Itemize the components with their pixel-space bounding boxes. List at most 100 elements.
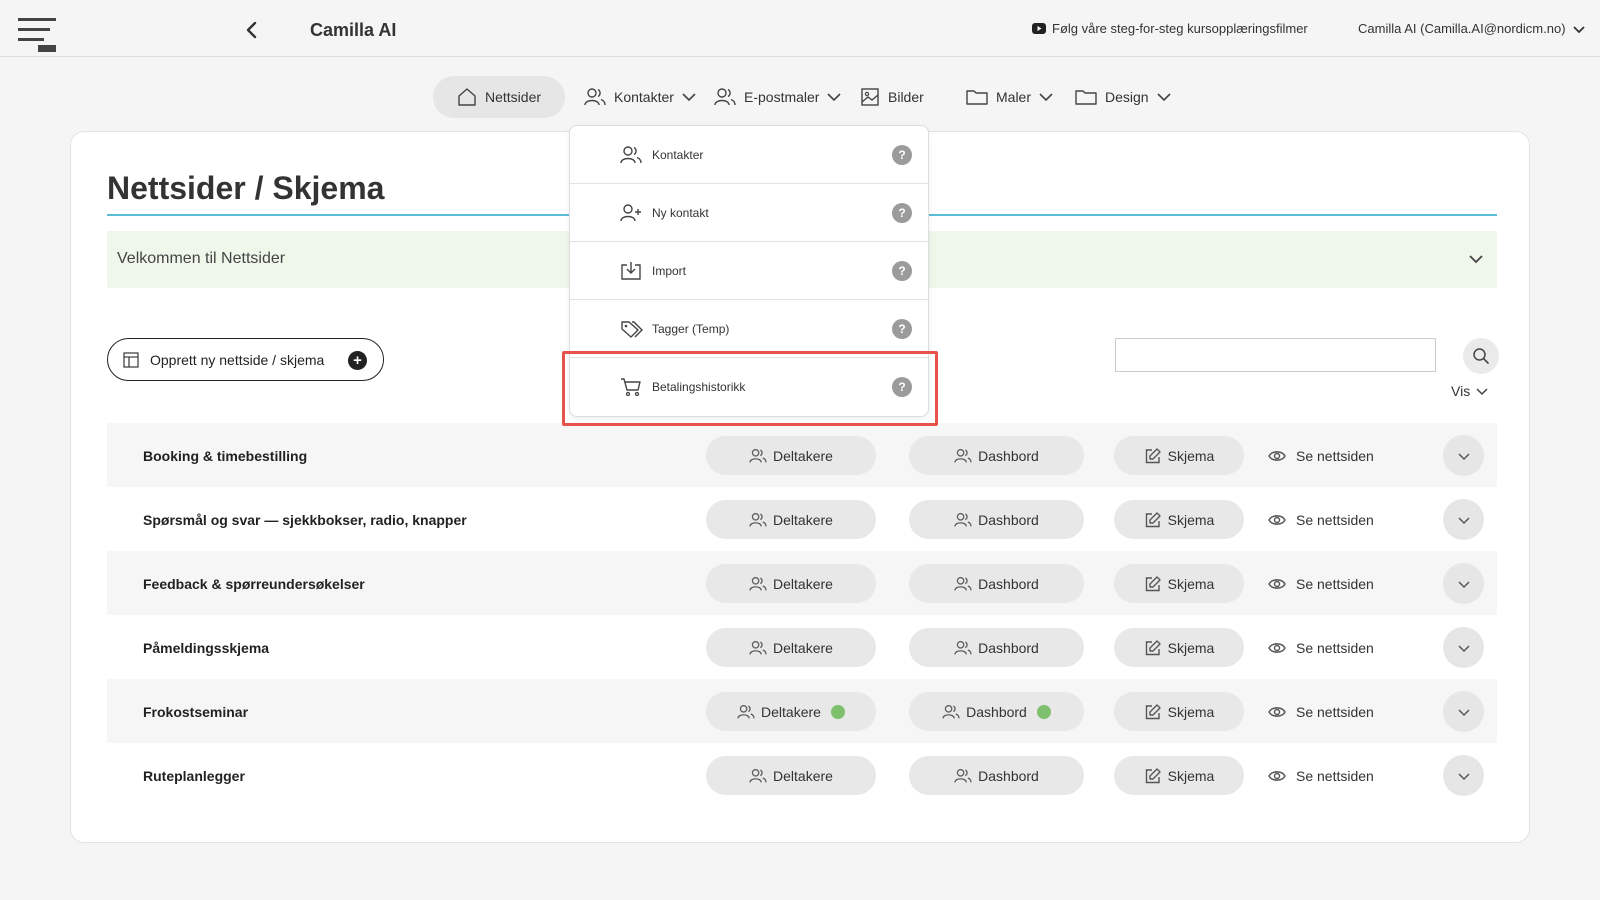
users-icon bbox=[749, 512, 767, 528]
dropdown-item-label: Betalingshistorikk bbox=[652, 380, 746, 394]
dashbord-button[interactable]: Dashbord bbox=[909, 436, 1084, 475]
pages-table: Booking & timebestilling Deltakere Dashb… bbox=[107, 423, 1497, 807]
back-chevron-icon[interactable] bbox=[240, 18, 264, 42]
see-page-link[interactable]: Se nettsiden bbox=[1268, 704, 1374, 720]
users-icon bbox=[749, 448, 767, 464]
dropdown-item-tagger-temp[interactable]: Tagger (Temp)? bbox=[570, 300, 928, 358]
vis-label: Vis bbox=[1451, 383, 1471, 399]
deltakere-button[interactable]: Deltakere bbox=[706, 628, 876, 667]
skjema-label: Skjema bbox=[1167, 447, 1215, 464]
users-icon bbox=[942, 704, 960, 720]
welcome-text: Velkommen til Nettsider bbox=[117, 250, 286, 267]
search-button[interactable] bbox=[1463, 338, 1499, 374]
skjema-button[interactable]: Skjema bbox=[1114, 628, 1244, 667]
skjema-button[interactable]: Skjema bbox=[1114, 564, 1244, 603]
nav-label: Design bbox=[1105, 89, 1149, 105]
dashbord-button[interactable]: Dashbord bbox=[909, 756, 1084, 795]
table-row: Booking & timebestilling Deltakere Dashb… bbox=[107, 423, 1497, 487]
chevron-down-icon bbox=[1476, 385, 1488, 397]
nav-item-kontakter[interactable]: Kontakter bbox=[584, 76, 696, 118]
skjema-button[interactable]: Skjema bbox=[1114, 756, 1244, 795]
see-page-label: Se nettsiden bbox=[1296, 512, 1374, 528]
dashbord-button[interactable]: Dashbord bbox=[909, 500, 1084, 539]
row-expand-button[interactable] bbox=[1443, 755, 1484, 796]
nav-item-nettsider[interactable]: Nettsider bbox=[433, 76, 566, 118]
dropdown-item-betalingshistorikk[interactable]: Betalingshistorikk? bbox=[570, 358, 928, 416]
deltakere-button[interactable]: Deltakere bbox=[706, 436, 876, 475]
users-icon bbox=[714, 87, 736, 107]
dashbord-button[interactable]: Dashbord bbox=[909, 564, 1084, 603]
dropdown-item-kontakter[interactable]: Kontakter? bbox=[570, 126, 928, 184]
row-expand-button[interactable] bbox=[1443, 691, 1484, 732]
create-page-button[interactable]: Opprett ny nettside / skjema + bbox=[107, 338, 384, 381]
row-expand-button[interactable] bbox=[1443, 627, 1484, 668]
eye-icon bbox=[1268, 641, 1286, 655]
chevron-down-icon bbox=[1457, 513, 1471, 527]
search-input[interactable] bbox=[1115, 338, 1436, 372]
row-title: Spørsmål og svar — sjekkbokser, radio, k… bbox=[143, 512, 467, 528]
see-page-label: Se nettsiden bbox=[1296, 448, 1374, 464]
skjema-label: Skjema bbox=[1167, 767, 1215, 784]
tutorial-videos-link[interactable]: Følg våre steg-for-steg kursopplæringsfi… bbox=[1032, 21, 1308, 36]
create-button-label: Opprett ny nettside / skjema bbox=[150, 351, 325, 368]
dashbord-button[interactable]: Dashbord bbox=[909, 692, 1084, 731]
see-page-label: Se nettsiden bbox=[1296, 768, 1374, 784]
nav-item-design[interactable]: Design bbox=[1075, 76, 1171, 118]
chevron-down-icon bbox=[1457, 641, 1471, 655]
row-title: Ruteplanlegger bbox=[143, 768, 245, 784]
nav-item-bilder[interactable]: Bilder bbox=[860, 76, 924, 118]
chevron-down-icon bbox=[1572, 22, 1586, 36]
home-icon bbox=[457, 87, 477, 107]
edit-icon bbox=[1144, 575, 1162, 593]
table-row: Påmeldingsskjema Deltakere Dashbord Skje… bbox=[107, 615, 1497, 679]
row-title: Booking & timebestilling bbox=[143, 448, 308, 464]
help-icon[interactable]: ? bbox=[892, 145, 912, 165]
help-icon[interactable]: ? bbox=[892, 377, 912, 397]
help-icon[interactable]: ? bbox=[892, 319, 912, 339]
dashbord-button[interactable]: Dashbord bbox=[909, 628, 1084, 667]
skjema-button[interactable]: Skjema bbox=[1114, 436, 1244, 475]
row-expand-button[interactable] bbox=[1443, 435, 1484, 476]
row-expand-button[interactable] bbox=[1443, 499, 1484, 540]
dropdown-item-label: Tagger (Temp) bbox=[652, 322, 730, 336]
skjema-button[interactable]: Skjema bbox=[1114, 500, 1244, 539]
chevron-down-icon[interactable] bbox=[1467, 250, 1485, 268]
users-icon bbox=[749, 768, 767, 784]
chevron-down-icon bbox=[827, 90, 842, 104]
nav-label: Bilder bbox=[888, 89, 924, 105]
users-icon bbox=[749, 576, 767, 592]
deltakere-button[interactable]: Deltakere bbox=[706, 692, 876, 731]
nav-label: Nettsider bbox=[485, 89, 542, 105]
dashbord-label: Dashbord bbox=[978, 511, 1039, 528]
row-expand-button[interactable] bbox=[1443, 563, 1484, 604]
deltakere-button[interactable]: Deltakere bbox=[706, 756, 876, 795]
youtube-icon bbox=[1032, 23, 1046, 34]
users-icon bbox=[954, 448, 972, 464]
help-icon[interactable]: ? bbox=[892, 203, 912, 223]
table-row: Frokostseminar Deltakere Dashbord Skjema… bbox=[107, 679, 1497, 743]
vis-dropdown[interactable]: Vis bbox=[1451, 383, 1488, 399]
dropdown-item-ny-kontakt[interactable]: Ny kontakt? bbox=[570, 184, 928, 242]
tutorial-link-label: Følg våre steg-for-steg kursopplæringsfi… bbox=[1052, 21, 1308, 36]
deltakere-button[interactable]: Deltakere bbox=[706, 500, 876, 539]
see-page-link[interactable]: Se nettsiden bbox=[1268, 512, 1374, 528]
deltakere-button[interactable]: Deltakere bbox=[706, 564, 876, 603]
folder-icon bbox=[966, 87, 988, 107]
see-page-link[interactable]: Se nettsiden bbox=[1268, 768, 1374, 784]
dropdown-item-import[interactable]: Import? bbox=[570, 242, 928, 300]
nav-item-epostmaler[interactable]: E-postmaler bbox=[714, 76, 842, 118]
folder-icon bbox=[1075, 87, 1097, 107]
help-icon[interactable]: ? bbox=[892, 261, 912, 281]
user-menu[interactable]: Camilla AI (Camilla.AI@nordicm.no) bbox=[1358, 21, 1586, 36]
hamburger-menu-icon[interactable] bbox=[16, 16, 60, 54]
see-page-link[interactable]: Se nettsiden bbox=[1268, 640, 1374, 656]
see-page-link[interactable]: Se nettsiden bbox=[1268, 448, 1374, 464]
see-page-link[interactable]: Se nettsiden bbox=[1268, 576, 1374, 592]
skjema-button[interactable]: Skjema bbox=[1114, 692, 1244, 731]
nav-label: Kontakter bbox=[614, 89, 674, 105]
edit-icon bbox=[1144, 639, 1162, 657]
kontakter-dropdown-menu: Kontakter? Ny kontakt? Import? Tagger (Temp… bbox=[569, 125, 929, 417]
top-bar: Camilla AI Følg våre steg-for-steg kurso… bbox=[0, 0, 1600, 57]
edit-icon bbox=[1144, 767, 1162, 785]
nav-item-maler[interactable]: Maler bbox=[966, 76, 1053, 118]
